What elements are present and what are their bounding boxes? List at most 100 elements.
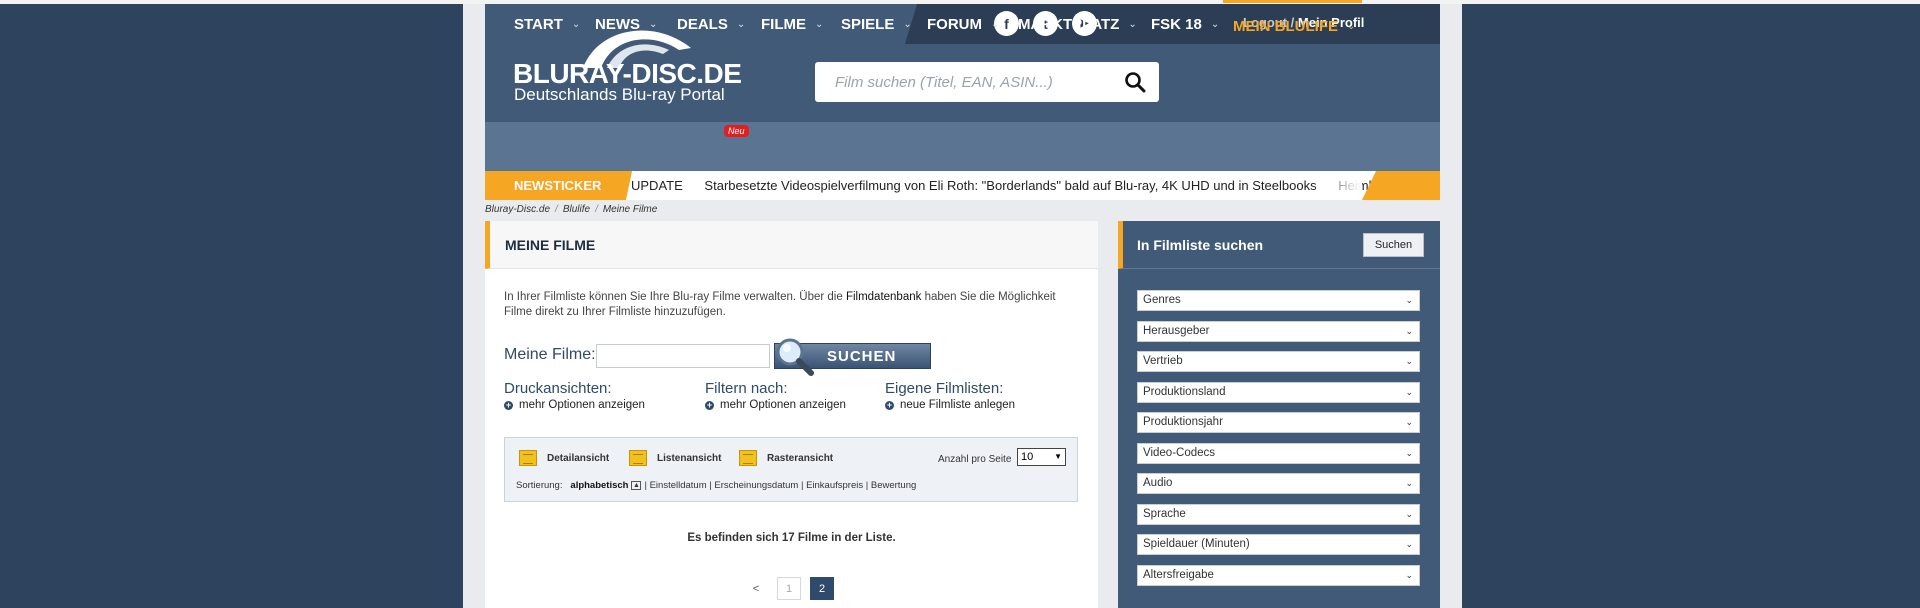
filmdatenbank-link[interactable]: Filmdatenbank: [846, 291, 921, 303]
nav-filme[interactable]: FILME ⌄: [761, 0, 823, 49]
grid-view-icon: [739, 450, 757, 466]
main-panel: [485, 221, 1098, 608]
list-view-button[interactable]: Listenansicht: [629, 450, 721, 466]
nav-deals[interactable]: DEALS ⌄: [677, 0, 745, 49]
breadcrumb: Bluray-Disc.de / Blulife / Meine Filme: [485, 204, 658, 215]
magnifier-icon: [776, 338, 814, 376]
nav-news-label: NEWS: [595, 16, 640, 33]
nav-forum[interactable]: FORUM ⌄: [927, 0, 999, 49]
nav-news[interactable]: NEWS ⌄: [595, 0, 657, 49]
nav-spiele[interactable]: SPIELE ⌄: [841, 0, 912, 49]
main-panel-header: MEINE FILME: [485, 221, 1098, 269]
intro-text: In Ihrer Filmliste können Sie Ihre Blu-r…: [504, 291, 1056, 318]
nav-filme-label: FILME: [761, 16, 806, 33]
filter-sprache[interactable]: Sprache ⌄: [1137, 504, 1420, 525]
per-page-label: Anzahl pro Seite: [938, 454, 1012, 465]
filter-audio[interactable]: Audio ⌄: [1137, 473, 1420, 494]
chevron-down-icon: ⌄: [1405, 326, 1413, 336]
print-views: Druckansichten: + mehr Optionen anzeigen: [504, 380, 645, 411]
view-options-box: Detailansicht Listenansicht Rasteransich…: [504, 437, 1078, 502]
grid-view-button[interactable]: Rasteransicht: [739, 450, 833, 466]
movie-search-input[interactable]: [596, 344, 770, 368]
chevron-down-icon: ⌄: [736, 19, 746, 30]
filter-altersfreigabe[interactable]: Altersfreigabe ⌄: [1137, 565, 1420, 586]
print-views-heading: Druckansichten:: [504, 380, 612, 397]
newsticker-label: NEWSTICKER: [485, 171, 625, 200]
list-view-icon: [629, 450, 647, 466]
main-navigation: [485, 122, 1440, 171]
nav-fsk18[interactable]: FSK 18 ⌄: [1151, 0, 1219, 49]
filter-video-codecs[interactable]: Video-Codecs ⌄: [1137, 443, 1420, 464]
chevron-down-icon: ⌄: [1405, 295, 1413, 305]
detail-view-icon: [519, 450, 537, 466]
nav-start[interactable]: START ⌄: [514, 0, 580, 49]
chevron-down-icon: ⌄: [1128, 19, 1137, 30]
chevron-down-icon: ⌄: [1405, 356, 1413, 366]
filter-sidebar-header: In Filmliste suchen Suchen: [1118, 221, 1440, 269]
logo-subtitle: Deutschlands Blu-ray Portal: [514, 85, 725, 104]
chevron-down-icon: ⌄: [1405, 539, 1413, 549]
filter-spieldauer[interactable]: Spieldauer (Minuten) ⌄: [1137, 534, 1420, 555]
chevron-down-icon: ⌄: [991, 19, 1000, 30]
sort-alphabetical[interactable]: alphabetisch: [570, 480, 628, 491]
chevron-down-icon: ⌄: [1405, 478, 1413, 488]
nav-mein-blulife[interactable]: MEIN BLULIFE ⌄: [1223, 0, 1362, 49]
chevron-down-icon: ⌄: [1405, 387, 1413, 397]
chevron-down-icon: ⌄: [571, 19, 581, 30]
new-badge: Neu: [724, 125, 749, 137]
pager-page-2: 2: [810, 577, 834, 600]
new-list-link[interactable]: + neue Filmliste anlegen: [885, 399, 1015, 411]
nav-marktplatz-label: MARKTPLATZ: [1018, 16, 1120, 33]
pager-prev[interactable]: <: [748, 577, 764, 600]
nav-deals-label: DEALS: [677, 16, 728, 33]
own-lists: Eigene Filmlisten: + neue Filmliste anleg…: [885, 380, 1015, 411]
filter-by: Filtern nach: + mehr Optionen anzeigen: [705, 380, 846, 411]
plus-icon: +: [504, 399, 513, 410]
newsticker: UPDATE Starbesetzte Videospielverfilmung…: [485, 171, 1440, 200]
sort-options: Sortierung: alphabetisch ▲ | Einstelldatum…: [516, 480, 917, 491]
nav-fsk18-label: FSK 18: [1151, 16, 1202, 33]
search-icon[interactable]: [1123, 70, 1147, 94]
pager-page-1[interactable]: 1: [777, 577, 801, 600]
chevron-down-icon: ⌄: [1405, 417, 1413, 427]
newsticker-text[interactable]: UPDATE Starbesetzte Videospielverfilmung…: [631, 171, 1411, 200]
own-lists-heading: Eigene Filmlisten:: [885, 380, 1004, 397]
site-search-input[interactable]: [835, 62, 1115, 102]
nav-mein-blulife-label: MEIN BLULIFE: [1233, 17, 1338, 35]
sort-direction-icon[interactable]: ▲: [631, 480, 642, 490]
per-page-select[interactable]: 10 ▼: [1017, 448, 1066, 466]
nav-forum-label: FORUM: [927, 16, 982, 33]
filter-vertrieb[interactable]: Vertrieb ⌄: [1137, 351, 1420, 372]
result-count: Es befinden sich 17 Filme in der Liste.: [687, 532, 896, 544]
sort-other-options[interactable]: | Einstelldatum | Erscheinungsdatum | Ei…: [644, 480, 916, 491]
newsticker-fade: [1312, 171, 1362, 200]
chevron-down-icon: ▼: [1054, 452, 1062, 461]
print-views-more[interactable]: + mehr Optionen anzeigen: [504, 399, 645, 411]
detail-view-button[interactable]: Detailansicht: [519, 450, 609, 466]
chevron-down-icon: ⌄: [1405, 570, 1413, 580]
chevron-down-icon: ⌄: [649, 19, 658, 30]
breadcrumb-blulife[interactable]: Blulife: [563, 204, 590, 215]
nav-start-label: START: [514, 16, 563, 33]
nav-marktplatz[interactable]: MARKTPLATZ ⌄: [1018, 0, 1137, 49]
breadcrumb-current: Meine Filme: [602, 204, 658, 215]
filter-search-button[interactable]: Suchen: [1363, 233, 1424, 257]
chevron-down-icon: ⌄: [1210, 19, 1220, 30]
plus-icon: +: [885, 399, 894, 410]
filter-genres[interactable]: Genres ⌄: [1137, 290, 1420, 311]
site-search: [815, 62, 1159, 102]
filter-by-heading: Filtern nach:: [705, 380, 788, 397]
filter-produktionsjahr[interactable]: Produktionsjahr ⌄: [1137, 412, 1420, 433]
logo-title: BLURAY-DISC.DE: [513, 58, 742, 89]
breadcrumb-home[interactable]: Bluray-Disc.de: [485, 204, 550, 215]
filter-herausgeber[interactable]: Herausgeber ⌄: [1137, 321, 1420, 342]
chevron-down-icon: ⌄: [1405, 448, 1413, 458]
filter-produktionsland[interactable]: Produktionsland ⌄: [1137, 382, 1420, 403]
chevron-down-icon: ⌄: [903, 19, 912, 30]
filter-by-more[interactable]: + mehr Optionen anzeigen: [705, 399, 846, 411]
page-title: MEINE FILME: [505, 237, 596, 253]
filter-sidebar-title: In Filmliste suchen: [1137, 237, 1264, 253]
chevron-down-icon: ⌄: [1405, 509, 1413, 519]
movie-search-label: Meine Filme:: [504, 346, 596, 363]
chevron-down-icon: ⌄: [815, 19, 824, 30]
